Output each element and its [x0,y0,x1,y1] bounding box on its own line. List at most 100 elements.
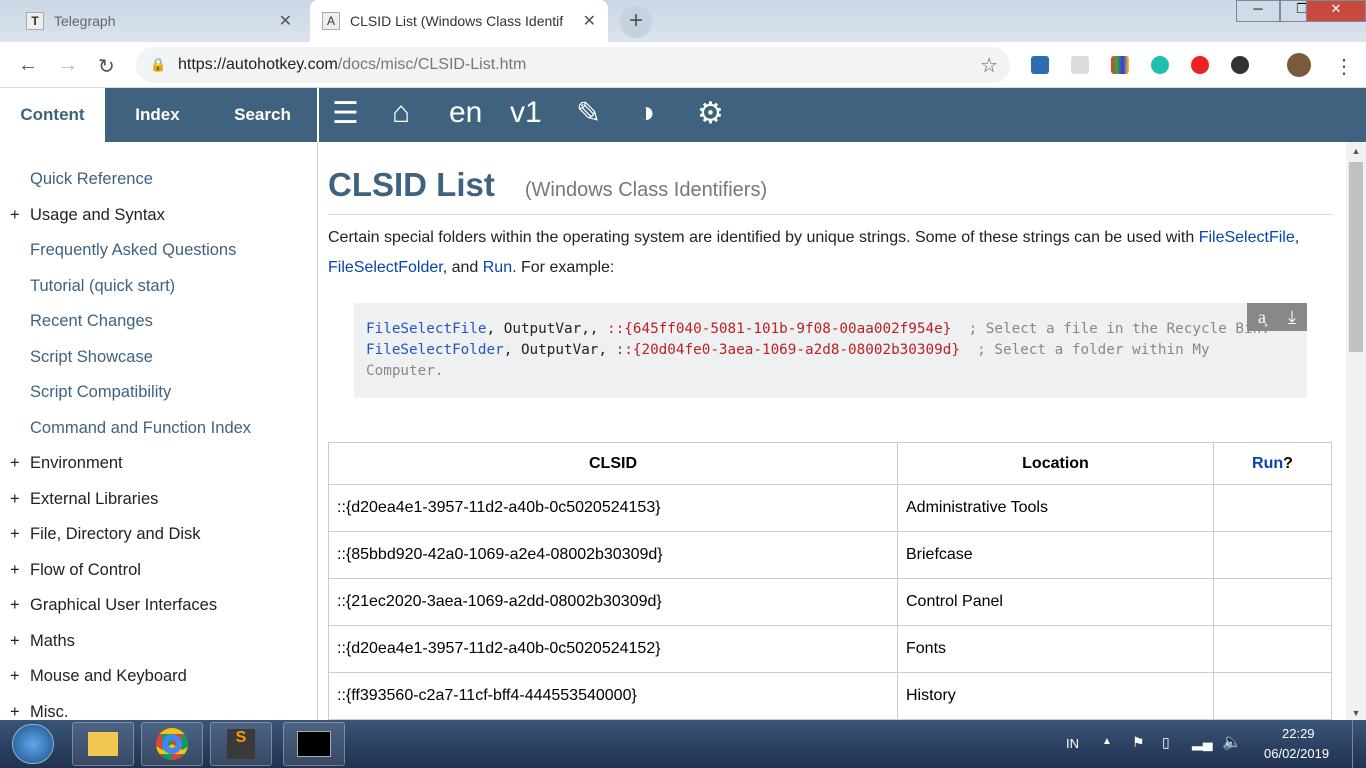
extension-icon[interactable] [1151,56,1169,74]
taskbar-explorer[interactable] [72,722,134,766]
sidebar-item[interactable]: + Mouse and Keyboard [0,659,317,695]
taskbar-sublime[interactable]: S [210,722,272,766]
version-button[interactable]: v1 [510,96,542,130]
github-icon[interactable] [1231,56,1249,74]
close-tab-icon[interactable]: ✕ [279,11,292,31]
extension-icon[interactable] [1071,56,1089,74]
minimize-button[interactable]: ─ [1236,0,1280,22]
forward-icon[interactable]: → [58,54,78,77]
code-command[interactable]: FileSelectFile [366,321,487,337]
sidebar-item[interactable]: Command and Function Index [0,411,317,447]
sublime-icon: S [227,729,255,759]
intro-paragraph: Certain special folders within the opera… [328,223,1333,283]
sidebar-item[interactable]: + Misc. [0,695,317,720]
network-icon[interactable]: ▂▄ [1192,734,1213,751]
home-icon[interactable]: ⌂ [392,96,410,130]
sidebar-item[interactable]: Script Showcase [0,340,317,376]
sidebar-item[interactable]: Quick Reference [0,162,317,198]
sidebar-item[interactable]: Recent Changes [0,304,317,340]
sidebar-item[interactable]: + Flow of Control [0,553,317,589]
link-fileselectfile[interactable]: FileSelectFile [1199,229,1295,246]
contrast-icon[interactable]: ◑ [637,96,655,130]
back-icon[interactable]: ← [18,54,38,77]
expand-plus-icon[interactable]: + [10,490,20,509]
action-center-icon[interactable]: ⚑ [1132,734,1145,751]
tab-clsid-list[interactable]: A CLSID List (Windows Class Identif ✕ [310,0,608,42]
tab-index[interactable]: Index [105,88,210,142]
page-subtitle: (Windows Class Identifiers) [524,179,768,201]
code-command[interactable]: FileSelectFolder [366,342,504,358]
show-desktop-button[interactable] [1352,720,1366,768]
bookmark-star-icon[interactable]: ☆ [980,53,998,78]
code-args: , OutputVar, [503,342,616,358]
sidebar-item[interactable]: + Maths [0,624,317,660]
download-icon[interactable]: ⤓ [1288,307,1296,328]
settings-gear-icon[interactable]: ⚙ [697,96,724,131]
tab-telegraph[interactable]: T Telegraph ✕ [14,0,304,42]
sidebar-item[interactable]: + Environment [0,446,317,482]
link-fileselectfolder[interactable]: FileSelectFolder [328,259,443,276]
select-text-icon[interactable]: a͎ [1258,307,1266,328]
sidebar-item[interactable]: Script Compatibility [0,375,317,411]
language-button[interactable]: en [449,96,482,130]
expand-plus-icon[interactable]: + [10,703,20,720]
expand-plus-icon[interactable]: + [10,206,20,225]
sidebar-item[interactable]: + Usage and Syntax [0,198,317,234]
volume-icon[interactable]: 🔈 [1222,732,1242,752]
sidebar-item[interactable]: + Graphical User Interfaces [0,588,317,624]
code-clsid: ::{20d04fe0-3aea-1069-a2d8-08002b30309d} [615,342,960,358]
sidebar-item-label: Frequently Asked Questions [30,241,237,260]
avatar[interactable] [1287,53,1311,77]
expand-plus-icon[interactable]: + [10,596,20,615]
clock-date[interactable]: 06/02/2019 [1264,746,1329,761]
expand-plus-icon[interactable]: + [10,632,20,651]
tab-label: Telegraph [54,13,116,29]
url-path: /docs/misc/CLSID-List.htm [337,56,527,73]
expand-plus-icon[interactable]: + [10,667,20,686]
show-hidden-icons[interactable]: ▲ [1102,736,1112,747]
sidebar-item[interactable]: + External Libraries [0,482,317,518]
start-button[interactable] [12,724,54,764]
close-window-button[interactable]: ✕ [1306,0,1366,22]
sidebar-item[interactable]: + File, Directory and Disk [0,517,317,553]
edit-pencil-icon[interactable]: ✎ [576,96,601,131]
run-cell [1213,578,1332,626]
location-cell: History [897,672,1214,720]
menu-icon[interactable]: ⋮ [1334,54,1354,79]
clsid-cell: ::{ff393560-c2a7-11cf-bff4-444553540000} [328,672,898,720]
taskbar-chrome[interactable] [141,722,203,766]
new-tab-button[interactable]: + [620,6,652,38]
taskbar-cmd[interactable] [283,722,345,766]
clock-time[interactable]: 22:29 [1282,726,1315,741]
battery-icon[interactable]: ▯ [1162,734,1170,751]
close-tab-icon[interactable]: ✕ [583,11,596,31]
scroll-up-icon[interactable]: ▲ [1346,142,1366,156]
chrome-icon [156,728,188,760]
expand-plus-icon[interactable]: + [10,525,20,544]
sidebar-item-label: Tutorial (quick start) [30,276,176,295]
reload-icon[interactable]: ↻ [98,54,115,79]
divider [317,88,319,142]
url-input[interactable]: 🔒 https://autohotkey.com/docs/misc/CLSID… [136,47,1010,83]
tab-search[interactable]: Search [210,88,315,142]
title-text: CLSID List [328,166,495,203]
extension-icon[interactable] [1031,56,1049,74]
link-run[interactable]: Run [483,259,512,276]
expand-plus-icon[interactable]: + [10,561,20,580]
extension-icon[interactable] [1191,56,1209,74]
sidebar-item[interactable]: Tutorial (quick start) [0,269,317,305]
sep: , and [442,259,483,276]
tab-content[interactable]: Content [0,88,105,142]
scrollbar[interactable]: ▲ ▼ [1346,142,1366,720]
input-language[interactable]: IN [1066,736,1079,751]
clsid-cell: ::{85bbd920-42a0-1069-a2e4-08002b30309d} [328,531,898,579]
run-link[interactable]: Run [1252,455,1283,472]
sidebar-item-label: Recent Changes [30,312,153,331]
sidebar-item-label: External Libraries [30,489,159,508]
hamburger-menu-icon[interactable]: ☰ [332,96,359,131]
extension-icon[interactable] [1111,56,1129,74]
scroll-down-icon[interactable]: ▼ [1346,708,1366,718]
scrollbar-thumb[interactable] [1349,162,1363,352]
sidebar-item[interactable]: Frequently Asked Questions [0,233,317,269]
expand-plus-icon[interactable]: + [10,454,20,473]
